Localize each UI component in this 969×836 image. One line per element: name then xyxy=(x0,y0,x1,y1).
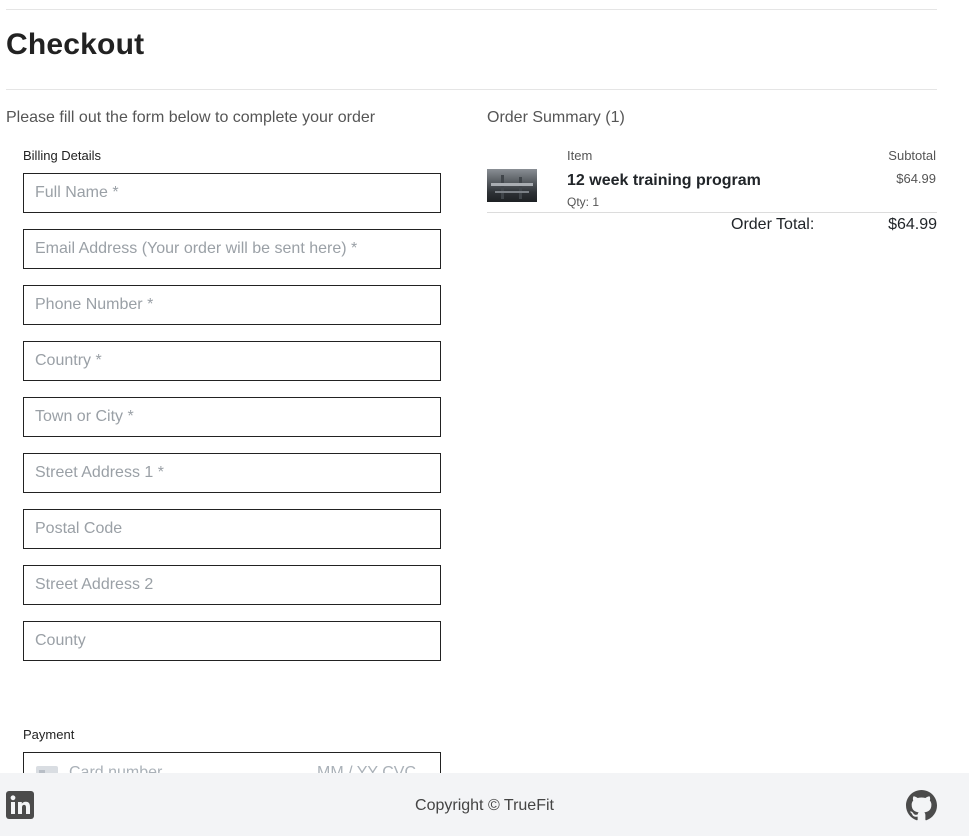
order-total-value: $64.99 xyxy=(888,216,937,233)
country-input[interactable] xyxy=(24,342,440,380)
street-address-1-input[interactable] xyxy=(24,454,440,492)
payment-label: Payment xyxy=(23,727,75,742)
full-name-input[interactable] xyxy=(24,174,440,212)
title-divider xyxy=(6,89,937,90)
town-input[interactable] xyxy=(24,398,440,436)
order-total-label: Order Total: xyxy=(731,216,815,233)
street-address-2-field[interactable] xyxy=(23,565,441,605)
product-thumbnail xyxy=(487,169,537,202)
county-field[interactable] xyxy=(23,621,441,661)
street-address-2-input[interactable] xyxy=(24,566,440,604)
product-subtotal: $64.99 xyxy=(896,171,936,186)
town-field[interactable] xyxy=(23,397,441,437)
page-title: Checkout xyxy=(6,28,145,61)
subtotal-column-header: Subtotal xyxy=(888,148,936,163)
postal-code-field[interactable] xyxy=(23,509,441,549)
footer: Copyright © TrueFit xyxy=(0,773,969,836)
item-column-header: Item xyxy=(567,148,593,163)
github-icon[interactable] xyxy=(906,790,937,821)
product-quantity: Qty: 1 xyxy=(567,195,600,209)
order-summary-title: Order Summary (1) xyxy=(487,109,625,126)
county-input[interactable] xyxy=(24,622,440,660)
country-field[interactable] xyxy=(23,341,441,381)
summary-divider xyxy=(487,212,937,213)
postal-code-input[interactable] xyxy=(24,510,440,548)
phone-input[interactable] xyxy=(24,286,440,324)
email-input[interactable] xyxy=(24,230,440,268)
copyright-text: Copyright © TrueFit xyxy=(415,797,554,814)
top-divider xyxy=(6,9,937,10)
email-field[interactable] xyxy=(23,229,441,269)
full-name-field[interactable] xyxy=(23,173,441,213)
billing-details-label: Billing Details xyxy=(23,148,102,163)
street-address-1-field[interactable] xyxy=(23,453,441,493)
product-name: 12 week training program xyxy=(567,172,761,189)
intro-text: Please fill out the form below to comple… xyxy=(6,109,376,126)
phone-field[interactable] xyxy=(23,285,441,325)
